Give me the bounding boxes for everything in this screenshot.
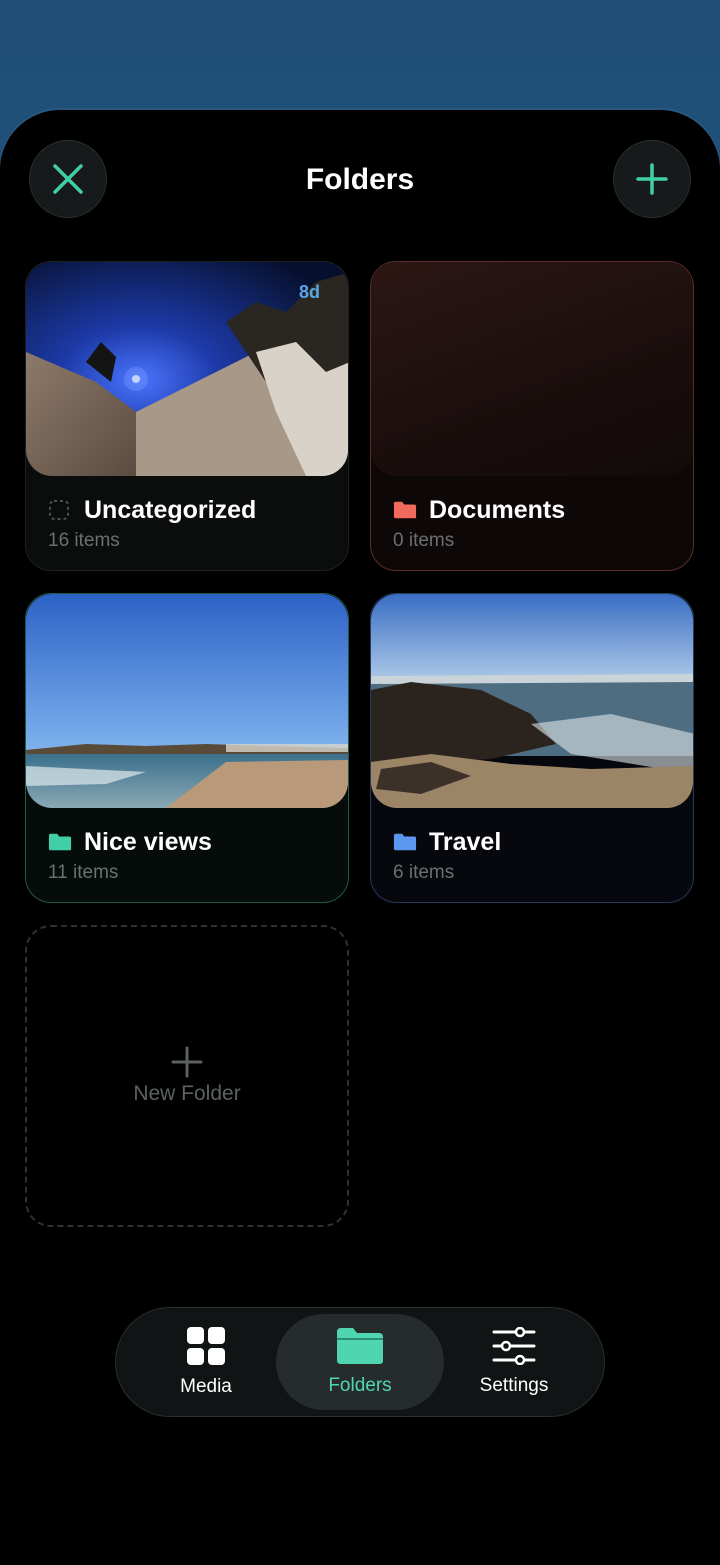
folder-icon (393, 832, 417, 852)
age-badge: 8d (298, 282, 320, 302)
folder-name: Uncategorized (84, 496, 257, 524)
folder-item-count: 0 items (393, 530, 455, 551)
folder-icon (48, 832, 72, 852)
tab-label: Settings (479, 1375, 549, 1396)
plus-icon (636, 163, 668, 195)
bottom-tab-bar: Media Folders Settings (115, 1307, 605, 1417)
folder-item-count: 6 items (393, 862, 455, 883)
folder-card-documents[interactable]: Documents 0 items (370, 261, 694, 571)
folder-card-travel[interactable]: Travel 6 items (370, 593, 694, 903)
new-folder-button[interactable]: New Folder (25, 925, 349, 1227)
folder-card-nice-views[interactable]: Nice views 11 items (25, 593, 349, 903)
grid-icon (187, 1327, 225, 1365)
new-folder-label: New Folder (133, 1082, 241, 1105)
folder-thumbnail (26, 594, 348, 808)
folder-name: Travel (429, 828, 502, 856)
tab-label: Media (180, 1376, 232, 1397)
folder-thumbnail (371, 262, 693, 476)
folder-name: Nice views (84, 828, 212, 856)
tab-folders[interactable]: Folders (276, 1314, 444, 1410)
folder-thumbnail (371, 594, 693, 808)
folder-item-count: 16 items (48, 530, 120, 551)
folder-card-uncategorized[interactable]: 8d Uncategorized 16 items (25, 261, 349, 571)
page-title: Folders (305, 163, 415, 196)
dashed-square-icon (48, 500, 72, 520)
plus-icon (171, 1046, 203, 1078)
tab-media[interactable]: Media (122, 1314, 290, 1410)
add-folder-button[interactable] (613, 140, 691, 218)
folder-icon (393, 500, 417, 520)
sliders-icon (492, 1327, 536, 1365)
tab-label: Folders (328, 1375, 392, 1396)
folder-item-count: 11 items (48, 862, 119, 883)
folder-icon (337, 1328, 383, 1364)
tab-settings[interactable]: Settings (430, 1314, 598, 1410)
folder-name: Documents (429, 496, 566, 524)
